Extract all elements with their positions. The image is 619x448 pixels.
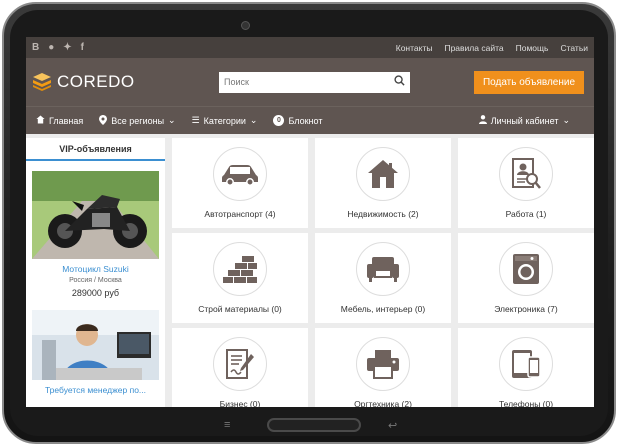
list-icon: ☰ bbox=[191, 115, 200, 125]
motorcycle-image[interactable] bbox=[32, 171, 159, 259]
search-box[interactable] bbox=[219, 71, 410, 93]
bricks-icon bbox=[213, 242, 267, 296]
category-card-business[interactable]: Бизнес (0) bbox=[172, 328, 308, 407]
resume-icon bbox=[499, 147, 553, 201]
facebook-icon[interactable]: f bbox=[81, 42, 84, 53]
vk-icon[interactable]: В bbox=[32, 42, 39, 53]
document-pen-icon bbox=[213, 337, 267, 391]
nav-account[interactable]: Личный кабинет ⌄ bbox=[478, 115, 570, 126]
main-nav: Главная Все регионы ⌄ ☰ Категории ⌄ 0 Бл… bbox=[26, 106, 594, 134]
nav-account-label: Личный кабинет bbox=[490, 115, 559, 126]
chevron-down-icon: ⌄ bbox=[562, 115, 570, 125]
vip-item-title[interactable]: Требуется менеджер по... bbox=[26, 385, 165, 395]
content: VIP-объявления Мотоцикл Suzuki Россия / … bbox=[26, 134, 594, 407]
logo[interactable]: COREDO bbox=[32, 72, 212, 92]
car-icon bbox=[213, 147, 267, 201]
chevron-down-icon: ⌄ bbox=[249, 115, 258, 125]
category-label: Бизнес (0) bbox=[219, 399, 261, 407]
nav-categories[interactable]: ☰ Категории ⌄ bbox=[192, 115, 258, 126]
location-pin-icon bbox=[99, 114, 108, 127]
home-icon bbox=[36, 115, 45, 126]
user-icon bbox=[478, 115, 487, 126]
search-input[interactable] bbox=[224, 77, 374, 87]
washing-machine-icon bbox=[499, 242, 553, 296]
category-card-office-equipment[interactable]: Оргтехника (2) bbox=[315, 328, 451, 407]
category-card-phones[interactable]: Телефоны (0) bbox=[458, 328, 594, 407]
nav-home[interactable]: Главная bbox=[36, 115, 83, 126]
printer-icon bbox=[356, 337, 410, 391]
vip-title: VIP-объявления bbox=[26, 138, 165, 161]
category-label: Мебель, интерьер (0) bbox=[340, 304, 426, 314]
nav-home-label: Главная bbox=[49, 115, 84, 126]
link-rules[interactable]: Правила сайта bbox=[444, 43, 503, 53]
category-card-electronics[interactable]: Электроника (7) bbox=[458, 233, 594, 323]
logo-text: COREDO bbox=[57, 72, 135, 91]
category-card-furniture[interactable]: Мебель, интерьер (0) bbox=[315, 233, 451, 323]
odnoklassniki-icon[interactable]: ● bbox=[48, 42, 54, 53]
nav-notepad-label: Блокнот bbox=[288, 115, 323, 126]
nav-categories-label: Категории bbox=[203, 115, 246, 126]
header: COREDO Подать объявление bbox=[26, 58, 594, 106]
search-icon[interactable] bbox=[394, 75, 405, 89]
nav-regions[interactable]: Все регионы ⌄ bbox=[99, 114, 176, 127]
category-label: Автотранспорт (4) bbox=[204, 209, 276, 219]
category-card-building[interactable]: Строй материалы (0) bbox=[172, 233, 308, 323]
screen: В ● ✦ f Контакты Правила сайта Помощь Ст… bbox=[26, 37, 594, 407]
camera-icon bbox=[241, 21, 250, 30]
vip-sidebar: VIP-объявления Мотоцикл Suzuki Россия / … bbox=[26, 138, 165, 407]
vip-item[interactable]: Мотоцикл Suzuki Россия / Москва 289000 р… bbox=[26, 165, 165, 302]
social-links: В ● ✦ f bbox=[32, 42, 84, 53]
category-card-auto[interactable]: Автотранспорт (4) bbox=[172, 138, 308, 228]
category-label: Работа (1) bbox=[505, 209, 547, 219]
house-icon bbox=[356, 147, 410, 201]
link-articles[interactable]: Статьи bbox=[560, 43, 588, 53]
vip-item-title[interactable]: Мотоцикл Suzuki bbox=[26, 264, 165, 274]
vip-item-price: 289000 руб bbox=[71, 288, 120, 298]
category-label: Строй материалы (0) bbox=[198, 304, 282, 314]
vip-item[interactable]: Требуется менеджер по... bbox=[26, 302, 165, 399]
nav-regions-label: Все регионы bbox=[111, 115, 165, 126]
category-label: Недвижимость (2) bbox=[347, 209, 419, 219]
back-softkey-icon[interactable]: ≡ bbox=[224, 419, 238, 431]
link-contacts[interactable]: Контакты bbox=[396, 43, 433, 53]
notepad-count-badge: 0 bbox=[273, 115, 285, 126]
category-card-realty[interactable]: Недвижимость (2) bbox=[315, 138, 451, 228]
recent-softkey-icon[interactable]: ↩ bbox=[388, 419, 402, 432]
chevron-down-icon: ⌄ bbox=[168, 115, 176, 125]
link-help[interactable]: Помощь bbox=[516, 43, 549, 53]
twitter-icon[interactable]: ✦ bbox=[63, 42, 71, 53]
top-bar: В ● ✦ f Контакты Правила сайта Помощь Ст… bbox=[26, 37, 594, 58]
logo-icon bbox=[32, 72, 52, 92]
category-label: Электроника (7) bbox=[494, 304, 558, 314]
home-hardware-button[interactable] bbox=[267, 418, 361, 432]
phones-icon bbox=[499, 337, 553, 391]
top-links: Контакты Правила сайта Помощь Статьи bbox=[396, 43, 588, 53]
office-worker-image[interactable] bbox=[32, 310, 159, 380]
category-label: Оргтехника (2) bbox=[354, 399, 412, 407]
vip-item-location: Россия / Москва bbox=[69, 277, 122, 284]
nav-notepad[interactable]: 0 Блокнот bbox=[273, 115, 322, 126]
category-grid: Автотранспорт (4) Недвижимость (2) Работ… bbox=[165, 134, 594, 407]
post-ad-button[interactable]: Подать объявление bbox=[474, 70, 584, 94]
armchair-icon bbox=[356, 242, 410, 296]
category-label: Телефоны (0) bbox=[498, 399, 554, 407]
category-card-work[interactable]: Работа (1) bbox=[458, 138, 594, 228]
